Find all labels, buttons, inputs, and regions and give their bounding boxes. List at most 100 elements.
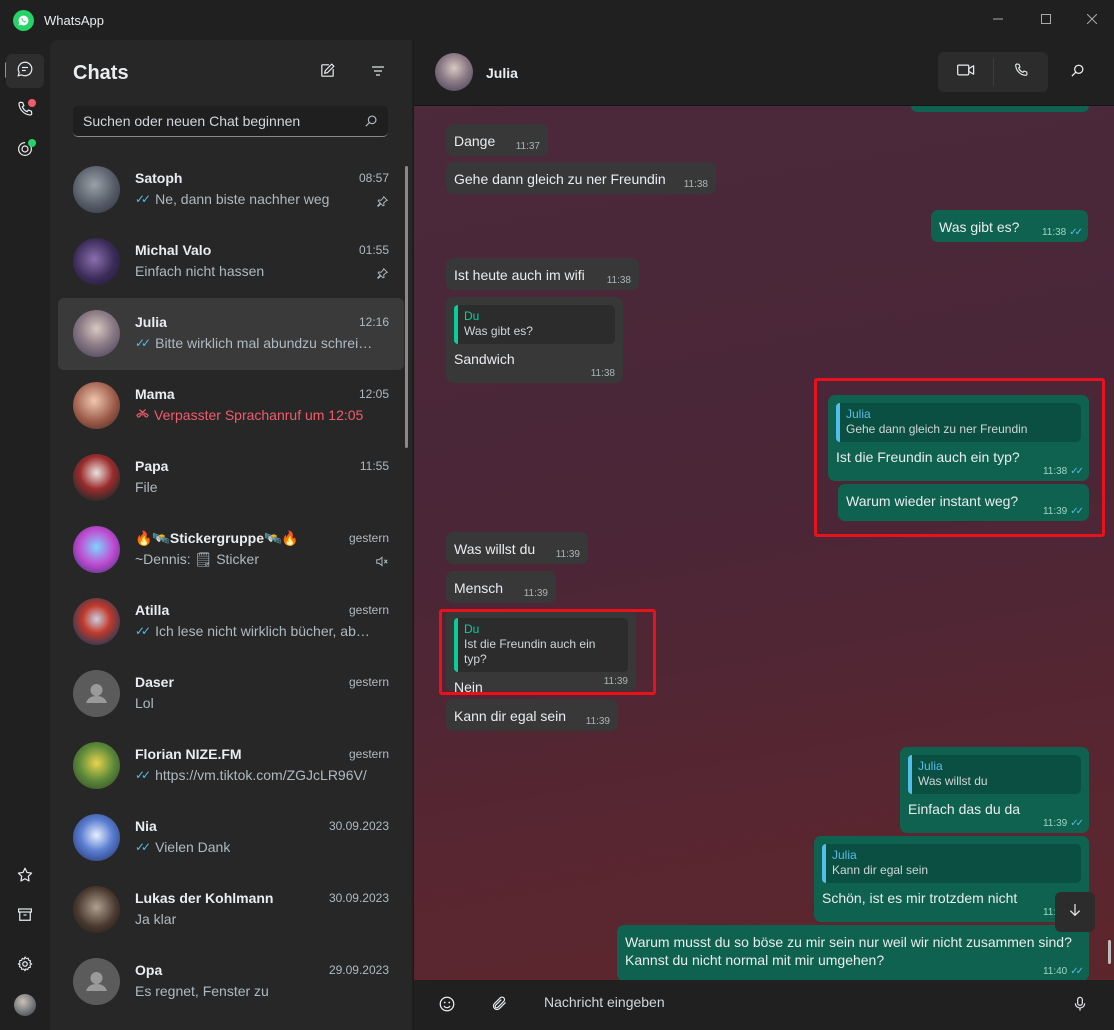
outgoing-message[interactable]: Julia Kann dir egal sein Schön, ist es mir…: [814, 836, 1089, 922]
chat-row[interactable]: Nia 30.09.2023 ✓✓ Vielen Dank: [58, 802, 404, 874]
chat-time: gestern: [348, 531, 389, 545]
chat-row[interactable]: Mama 12:05 Verpasster Sprachanruf um 12:05: [58, 370, 404, 442]
close-button[interactable]: [1079, 8, 1105, 30]
chat-preview: ✓✓ Vielen Dank: [135, 839, 375, 855]
incoming-message[interactable]: Mensch 11:39: [446, 571, 556, 603]
message-timestamp: 11:39: [1042, 818, 1068, 829]
avatar: [73, 742, 120, 789]
search-input[interactable]: [83, 113, 353, 129]
conversation-scrollbar[interactable]: [1108, 940, 1111, 964]
incoming-message[interactable]: Dange 11:37: [446, 124, 548, 156]
quote-author: Julia: [832, 848, 857, 862]
rail-starred-button[interactable]: [6, 860, 44, 894]
read-ticks-icon: ✓✓: [1070, 966, 1084, 977]
emoji-button[interactable]: [434, 993, 460, 1019]
rail-calls-button[interactable]: [6, 94, 44, 128]
read-ticks-icon: ✓✓: [1069, 227, 1083, 238]
chat-preview-text: Ne, dann biste nachher weg: [155, 191, 330, 207]
composer: [414, 980, 1114, 1030]
chat-row[interactable]: Papa 11:55 File: [58, 442, 404, 514]
avatar: [73, 886, 120, 933]
attach-button[interactable]: [486, 993, 512, 1019]
avatar: [73, 670, 120, 717]
message-timestamp: 11:37: [515, 141, 540, 152]
message-text: Sandwich: [454, 351, 515, 367]
contact-name[interactable]: Julia: [486, 65, 518, 81]
chat-preview-text: Verpasster Sprachanruf um 12:05: [154, 407, 364, 423]
message-time: 11:38: [607, 275, 631, 286]
missed-call-icon: [135, 407, 150, 423]
avatar: [73, 382, 120, 429]
video-call-button[interactable]: [938, 52, 993, 92]
phone-icon: [1013, 62, 1029, 83]
quote-author: Du: [464, 309, 480, 323]
chat-row[interactable]: Florian NIZE.FM gestern ✓✓ https://vm.tikto…: [58, 730, 404, 802]
chat-preview: ✓✓ Ne, dann biste nachher weg: [135, 191, 375, 207]
chat-row[interactable]: Daser gestern Lol: [58, 658, 404, 730]
chat-preview-text: https://vm.tiktok.com/ZGJcLR96V/: [155, 767, 367, 783]
maximize-button[interactable]: [1033, 8, 1059, 30]
chat-row[interactable]: Atilla gestern ✓✓ Ich lese nicht wirklich b…: [58, 586, 404, 658]
outgoing-message[interactable]: Warum musst du so böse zu mir sein nur w…: [617, 925, 1089, 981]
chat-preview-text: Einfach nicht hassen: [135, 263, 265, 279]
chat-preview-text: Ja klar: [135, 911, 177, 927]
chat-row[interactable]: Opa 29.09.2023 Es regnet, Fenster zu: [58, 946, 404, 1018]
gear-icon: [16, 955, 34, 978]
contact-avatar[interactable]: [435, 53, 473, 91]
scroll-down-button[interactable]: [1055, 892, 1095, 932]
chat-list-scrollbar[interactable]: [405, 166, 408, 448]
search-icon: [364, 114, 378, 133]
incoming-message[interactable]: Du Was gibt es? Sandwich 11:38: [446, 297, 623, 383]
message-timestamp: 11:38: [590, 368, 615, 379]
chat-time: 12:16: [358, 315, 389, 329]
new-chat-button[interactable]: [314, 60, 340, 86]
chat-row[interactable]: Julia 12:16 ✓✓ Bitte wirklich mal abundzu s…: [58, 298, 404, 370]
message-input[interactable]: [544, 994, 1044, 1010]
outgoing-message[interactable]: Julia Was willst du Einfach das du da 11:39…: [900, 747, 1089, 833]
message-time: 11:38 ✓✓: [1042, 227, 1083, 238]
voice-message-button[interactable]: [1067, 993, 1093, 1019]
search-box[interactable]: [73, 106, 388, 137]
chat-preview: File: [135, 479, 375, 495]
quoted-message[interactable]: Julia Was willst du: [908, 755, 1081, 794]
rail-chats-button[interactable]: [6, 54, 44, 88]
chat-row[interactable]: Michal Valo 01:55 Einfach nicht hassen: [58, 226, 404, 298]
chat-name: Daser: [135, 674, 174, 690]
chat-name: Lukas der Kohlmann: [135, 890, 274, 906]
incoming-message[interactable]: Gehe dann gleich zu ner Freundin 11:38: [446, 162, 716, 194]
default-person-icon: [86, 972, 107, 991]
compose-icon: [319, 62, 336, 84]
chat-preview: Lol: [135, 695, 375, 711]
avatar: [73, 310, 120, 357]
chats-icon: [16, 60, 34, 83]
message-time: 11:37: [516, 141, 540, 152]
incoming-message[interactable]: Ist heute auch im wifi 11:38: [446, 258, 639, 290]
avatar: [73, 598, 120, 645]
chat-row[interactable]: Lukas der Kohlmann 30.09.2023 Ja klar: [58, 874, 404, 946]
filter-button[interactable]: [365, 60, 391, 86]
chat-name: Mama: [135, 386, 175, 402]
status-badge: [28, 139, 36, 147]
chat-row[interactable]: 🔥🛰️Stickergruppe🛰️🔥 gestern ~Dennis: 🗒 Sti…: [58, 514, 404, 586]
chat-preview-text: Ich lese nicht wirklich bücher, abe…: [155, 623, 375, 639]
chat-row[interactable]: Satoph 08:57 ✓✓ Ne, dann biste nachher weg: [58, 154, 404, 226]
chat-time: 30.09.2023: [328, 819, 389, 833]
conversation-search-button[interactable]: [1064, 60, 1090, 86]
rail-status-button[interactable]: [6, 134, 44, 168]
rail-archive-button[interactable]: [6, 900, 44, 934]
quoted-message[interactable]: Julia Kann dir egal sein: [822, 844, 1081, 883]
outgoing-message[interactable]: Was gibt es? 11:38 ✓✓: [931, 210, 1088, 242]
call-buttons: [938, 52, 1048, 92]
message-time: 11:40 ✓✓: [1043, 966, 1084, 977]
incoming-message[interactable]: Kann dir egal sein 11:39: [446, 699, 618, 731]
chat-time: 11:55: [359, 459, 389, 473]
search-icon: [1070, 63, 1085, 83]
quoted-message[interactable]: Du Was gibt es?: [454, 305, 615, 344]
voice-call-button[interactable]: [993, 52, 1048, 92]
rail-settings-button[interactable]: [6, 949, 44, 983]
avatar: [73, 166, 120, 213]
rail-profile-button[interactable]: [6, 988, 44, 1022]
incoming-message[interactable]: Was willst du 11:39: [446, 532, 588, 564]
minimize-button[interactable]: [985, 8, 1011, 30]
highlight-box: [814, 378, 1105, 537]
